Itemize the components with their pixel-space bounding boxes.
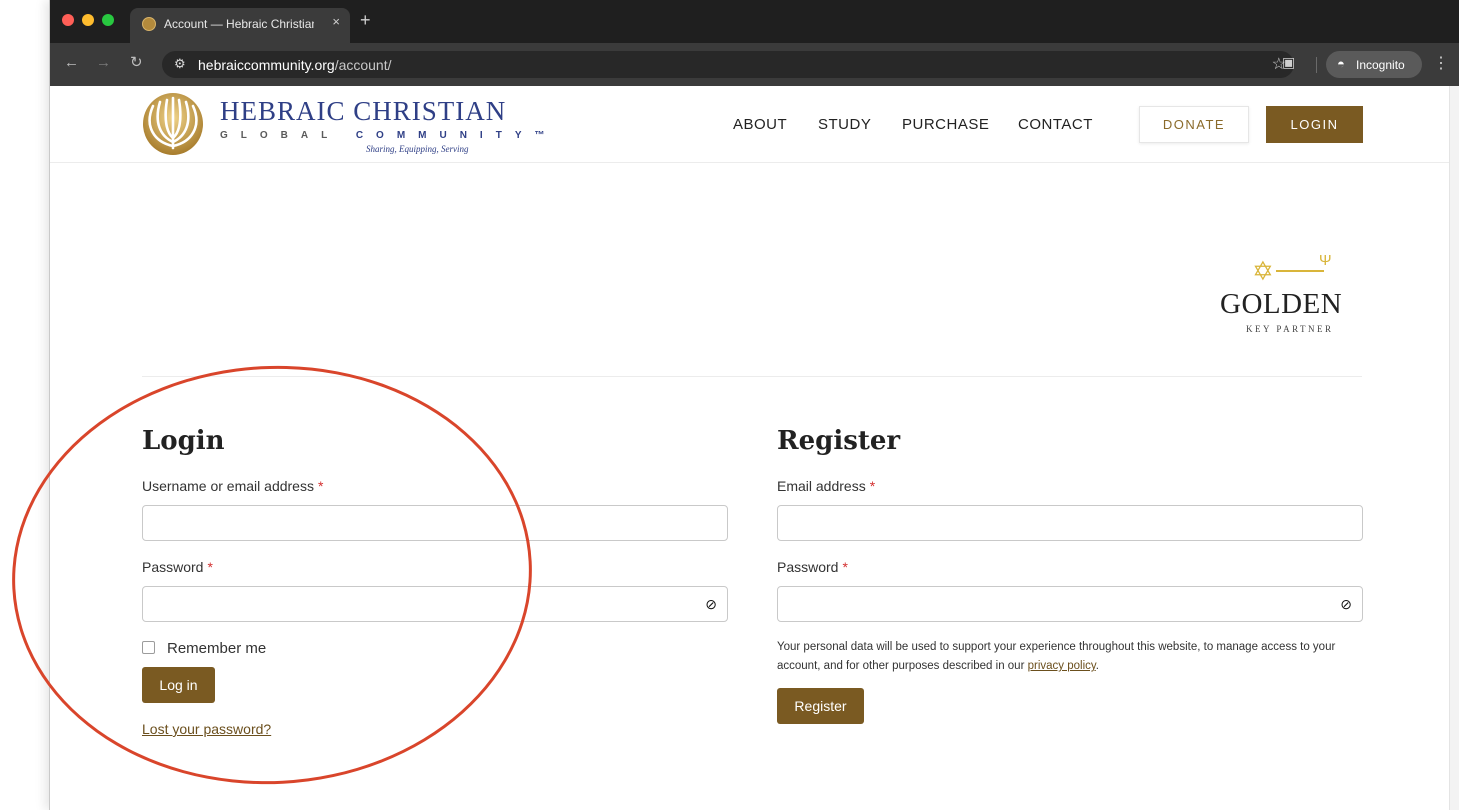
email-label-text: Email address [777,478,866,494]
donate-button[interactable]: DONATE [1139,106,1249,143]
browser-tab[interactable]: Account — Hebraic Christian × [130,8,350,43]
hide-password-icon[interactable]: ⊘ [1340,596,1352,613]
annotation-circle [1,352,543,798]
incognito-icon: ◓ [1337,56,1345,71]
privacy-policy-link[interactable]: privacy policy [1028,660,1096,672]
privacy-notice: Your personal data will be used to suppo… [777,638,1377,676]
maximize-window-button[interactable] [102,14,114,26]
nav-link-study[interactable]: STUDY [818,116,871,133]
page-scrollbar[interactable] [1449,86,1459,810]
url-path: /account/ [334,57,392,73]
browser-menu-icon[interactable]: ⋮ [1433,53,1449,73]
register-heading: Register [777,426,901,456]
forward-arrow-icon[interactable]: → [96,55,111,70]
tab-strip: Account — Hebraic Christian × + [50,0,1459,43]
logo-tagline: Sharing, Equipping, Serving [366,144,469,154]
nav-link-contact[interactable]: CONTACT [1018,116,1093,133]
browser-toolbar: ← → ↻ ⚙ hebraiccommunity.org/account/ ☆ … [50,43,1459,86]
minimize-window-button[interactable] [82,14,94,26]
register-password-label-text: Password [777,559,839,575]
url-domain: hebraiccommunity.org [198,57,335,73]
close-tab-icon[interactable]: × [332,14,340,29]
login-nav-button[interactable]: LOGIN [1266,106,1363,143]
url-text[interactable]: hebraiccommunity.org/account/ [198,57,392,73]
site-favicon-icon [142,17,156,31]
golden-key-partner-badge: ✡ Ψ GOLDEN KEY PARTNER [1210,250,1370,350]
logo-subtitle: GLOBAL COMMUNITY™ [220,130,558,141]
register-button[interactable]: Register [777,688,864,724]
incognito-label: Incognito [1356,58,1405,72]
reload-icon[interactable]: ↻ [130,55,143,70]
email-input[interactable] [777,505,1363,541]
site-header: HEBRAIC CHRISTIAN GLOBAL COMMUNITY™ Shar… [50,86,1450,163]
site-info-icon[interactable]: ⚙ [174,56,186,72]
email-label: Email address * [777,478,875,494]
address-bar[interactable]: ⚙ hebraiccommunity.org/account/ ☆ [162,51,1294,78]
nav-link-about[interactable]: ABOUT [733,116,787,133]
register-password-label: Password * [777,559,848,575]
close-window-button[interactable] [62,14,74,26]
privacy-period: . [1095,660,1099,672]
incognito-badge[interactable]: ◓ Incognito [1326,51,1422,78]
menorah-icon: Ψ [1319,252,1332,269]
browser-window: Account — Hebraic Christian × + ← → ↻ ⚙ … [1,0,1459,810]
nav-link-purchase[interactable]: PURCHASE [902,116,989,133]
key-partner-text: KEY PARTNER [1246,324,1334,334]
site-logo[interactable]: HEBRAIC CHRISTIAN GLOBAL COMMUNITY™ Shar… [142,92,545,158]
tab-title: Account — Hebraic Christian [164,17,314,31]
logo-sub-2: COMMUNITY™ [355,130,558,141]
logo-title: HEBRAIC CHRISTIAN [220,96,507,126]
back-arrow-icon[interactable]: ← [64,55,79,70]
new-tab-icon[interactable]: + [360,11,371,29]
logo-sub-1: GLOBAL [220,130,341,141]
hide-password-icon[interactable]: ⊘ [705,596,717,613]
key-shaft [1276,270,1324,272]
star-of-david-icon: ✡ [1252,256,1274,286]
toolbar-separator [1316,57,1317,73]
required-mark: * [869,478,876,494]
required-mark: * [842,559,848,575]
menorah-logo-icon [143,93,203,155]
reading-mode-icon[interactable]: ▣ [1282,54,1295,71]
register-password-input[interactable]: ⊘ [777,586,1363,622]
web-page: HEBRAIC CHRISTIAN GLOBAL COMMUNITY™ Shar… [1,86,1450,810]
golden-word: GOLDEN [1220,288,1343,320]
